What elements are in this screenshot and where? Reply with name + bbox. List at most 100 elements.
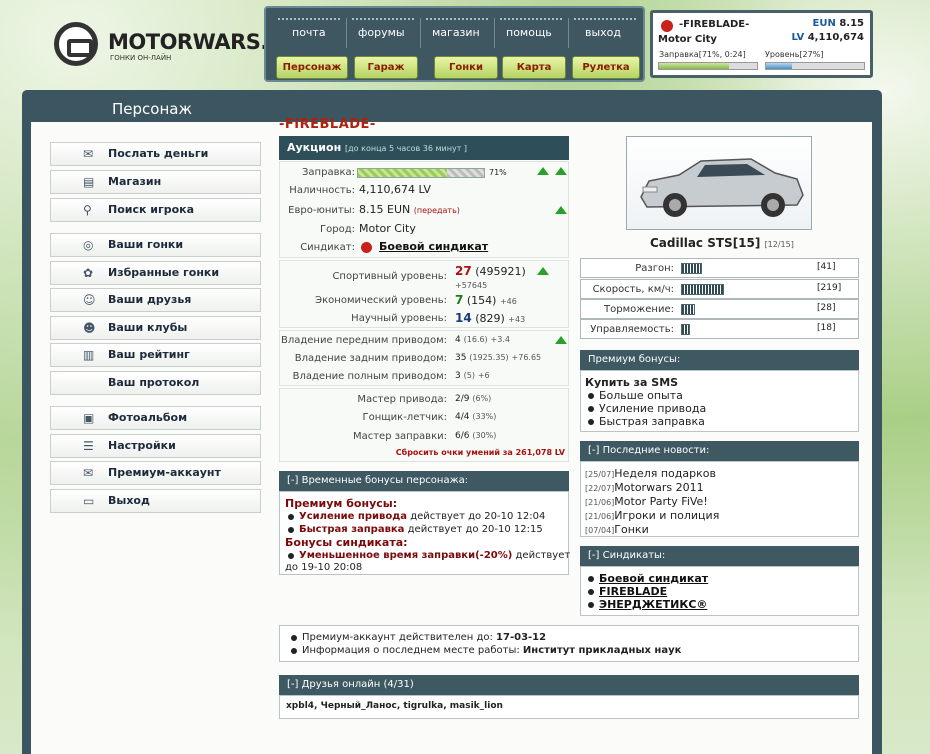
menu-send-money[interactable]: ✉ Послать деньги (50, 142, 261, 166)
nav-dots (426, 18, 488, 22)
menu-settings[interactable]: ☰ Настройки (50, 434, 261, 458)
car-image[interactable] (626, 136, 812, 230)
car-stat-label: Разгон: (635, 263, 674, 274)
menu-exit[interactable]: ▭ Выход (50, 489, 261, 513)
car-stat-bar-fill (682, 264, 701, 273)
nav-character-button[interactable]: Персонаж (276, 56, 348, 79)
menu-label: Ваш протокол (108, 376, 200, 389)
news-title: Неделя подарков (614, 467, 716, 480)
upgrade-arrow-icon[interactable] (555, 206, 567, 214)
menu-label: Настройки (108, 439, 176, 452)
city-value: Motor City (359, 222, 416, 235)
upgrade-arrow-icon[interactable] (555, 336, 567, 344)
nav-races-button[interactable]: Гонки (434, 56, 498, 79)
all-drive-row: Владение полным приводом: 3 (5) +6 (279, 368, 569, 386)
nav-mail[interactable]: почта (292, 26, 326, 39)
top-navigation: почта форумы магазин помощь выход Персон… (264, 6, 645, 82)
cash-value: 4,110,674 LV (359, 183, 431, 196)
info-value: 17-03-12 (496, 632, 547, 643)
news-list: [25/07]Неделя подарков [22/07]Motorwars … (585, 467, 854, 537)
sport-level-row: Спортивный уровень: 27 (495921) +57645 (279, 263, 569, 290)
economic-level-value: 7 (455, 293, 464, 307)
bonus-text: действует до 20-10 12:15 (407, 524, 543, 535)
car-stat-value: [41] (817, 262, 836, 272)
fuel-meter-fill (659, 63, 729, 69)
menu-label: Ваши гонки (108, 238, 184, 251)
menu-protocol[interactable]: Ваш протокол (50, 371, 261, 395)
nav-forums[interactable]: форумы (358, 26, 405, 39)
menu-premium[interactable]: ✉ Премиум-аккаунт (50, 461, 261, 485)
buy-sms-title[interactable]: Купить за SMS (585, 376, 854, 389)
menu-label: Поиск игрока (108, 203, 195, 216)
nav-dots (500, 18, 562, 22)
upgrade-arrow-icon[interactable] (537, 267, 549, 275)
menu-your-races[interactable]: ◎ Ваши гонки (50, 233, 261, 257)
euro-value: 8.15 EUN (359, 203, 411, 216)
level-label: Уровень[27%] (765, 50, 824, 59)
nav-separator (568, 18, 569, 48)
news-item[interactable]: [07/04]Гонки (585, 523, 854, 537)
car-stat-row: Управляемость: [18] (580, 319, 859, 339)
nav-roulette-button[interactable]: Рулетка (572, 56, 640, 79)
rating-icon: ▥ (83, 348, 95, 362)
nav-exit[interactable]: выход (585, 26, 621, 39)
menu-shop[interactable]: ▤ Магазин (50, 170, 261, 194)
nav-garage-button[interactable]: Гараж (354, 56, 418, 79)
news-item[interactable]: [21/06]Motor Party FiVe! (585, 495, 854, 509)
all-drive-delta: +6 (477, 371, 490, 380)
steering-wheel-icon: ◎ (83, 238, 94, 252)
menu-label: Магазин (108, 175, 162, 188)
menu-photo-album[interactable]: ▣ Фотоальбом (50, 406, 261, 430)
sport-level-delta: +57645 (455, 281, 488, 290)
lv-label: LV (791, 32, 805, 43)
menu-clubs[interactable]: ☻ Ваши клубы (50, 316, 261, 340)
sport-level-points: (495921) (475, 265, 526, 278)
level-meter-fill (766, 63, 793, 69)
info-label: Премиум-аккаунт действителен до: (302, 632, 493, 643)
player-name[interactable]: -FIREBLADE- (679, 19, 749, 30)
menu-rating[interactable]: ▥ Ваш рейтинг (50, 343, 261, 367)
syndicate-link[interactable]: Боевой синдикат (599, 572, 708, 585)
news-date: [21/06] (585, 498, 615, 507)
syndicates-body: Боевой синдикат FIREBLADE ЭНЕРДЖЕТИКС® (580, 566, 859, 616)
economic-level-points: (154) (466, 294, 497, 307)
syndicate-link[interactable]: FIREBLADE (599, 585, 667, 598)
car-stat-bar (681, 324, 690, 335)
upgrade-arrow-icon[interactable] (555, 167, 567, 175)
news-item[interactable]: [21/06]Игроки и полиция (585, 509, 854, 523)
economic-level-delta: +46 (499, 297, 517, 306)
nav-map-button[interactable]: Карта (502, 56, 566, 79)
list-item: Боевой синдикат (585, 572, 854, 585)
friends-online-header[interactable]: [-] Друзья онлайн (4/31) (279, 675, 859, 695)
syndicate-link[interactable]: Боевой синдикат (379, 240, 488, 253)
transfer-link[interactable]: (передать) (414, 206, 460, 215)
temp-bonuses-header[interactable]: [-] Временные бонусы персонажа: (279, 471, 569, 491)
nav-help[interactable]: помощь (506, 26, 552, 39)
nav-shop[interactable]: магазин (432, 26, 480, 39)
sport-level-label: Спортивный уровень: (332, 271, 447, 282)
menu-friends[interactable]: ☺ Ваши друзья (50, 288, 261, 312)
account-info-list: Премиум-аккаунт действителен до: 17-03-1… (288, 631, 850, 657)
syndicate-bonuses-title: Бонусы синдиката: (285, 536, 408, 549)
premium-box-header[interactable]: Премиум бонусы: (580, 350, 859, 370)
reset-skills-link[interactable]: Сбросить очки умений за 261,078 LV (396, 448, 565, 457)
auction-note: [до конца 5 часов 36 минут ] (345, 144, 468, 153)
bonus-expiry: до 19-10 20:08 (285, 562, 363, 573)
news-item[interactable]: [25/07]Неделя подарков (585, 467, 854, 481)
menu-find-player[interactable]: ⚲ Поиск игрока (50, 198, 261, 222)
rear-drive-label: Владение задним приводом: (294, 353, 447, 364)
syndicates-header[interactable]: [-] Синдикаты: (580, 546, 859, 566)
syndicate-row: Синдикат: Боевой синдикат (279, 239, 569, 257)
menu-label: Послать деньги (108, 147, 209, 160)
syndicate-link[interactable]: ЭНЕРДЖЕТИКС® (599, 598, 707, 611)
upgrade-arrow-icon[interactable] (537, 167, 549, 175)
menu-favorite-races[interactable]: ✿ Избранные гонки (50, 261, 261, 285)
player-city: Motor City (658, 34, 717, 45)
news-header[interactable]: [-] Последние новости: (580, 441, 859, 461)
car-stat-label: Скорость, км/ч: (592, 284, 674, 295)
menu-label: Ваш рейтинг (108, 348, 190, 361)
news-item[interactable]: [22/07]Motorwars 2011 (585, 481, 854, 495)
auction-bar[interactable]: Аукцион [до конца 5 часов 36 минут ] (279, 136, 569, 160)
skill-percent: (30%) (472, 431, 497, 440)
friends-online-list[interactable]: xpbl4, Черный_Ланос, tigrulka, masik_lio… (279, 695, 859, 719)
